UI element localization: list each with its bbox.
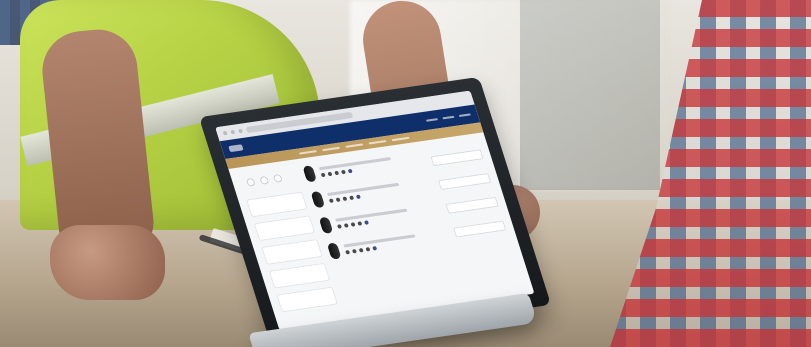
browser-dot: [238, 128, 244, 134]
background-shelf: [520, 0, 660, 190]
rating-dot: [343, 223, 349, 228]
tire-icon: [302, 165, 318, 183]
product-info: [335, 204, 441, 229]
rating-dot: [351, 248, 357, 254]
rating-dot: [345, 249, 351, 255]
subnav-item: [322, 146, 341, 152]
product-info: [343, 230, 449, 255]
action-button: [437, 172, 492, 191]
filter-block: [268, 262, 331, 289]
rating-dot: [350, 222, 356, 227]
rating-dot: [340, 169, 347, 175]
rating-dot: [372, 246, 378, 251]
rating-dot: [355, 194, 361, 200]
rating-dot: [327, 171, 333, 177]
browser-dot: [222, 130, 228, 136]
nav-mini-item: [458, 113, 471, 118]
filter-block: [246, 191, 308, 218]
list-item: [326, 227, 450, 260]
rating-dot: [335, 197, 341, 203]
rating-dot: [357, 221, 363, 226]
rating-dot: [334, 170, 340, 176]
nav-mini-items: [425, 113, 471, 122]
toggle: [245, 177, 256, 187]
site-logo: [228, 144, 244, 153]
rating-dot: [342, 196, 348, 202]
action-button: [453, 220, 507, 238]
product-info: [318, 153, 425, 178]
photo-scene: [0, 0, 811, 347]
subnav-item: [298, 150, 317, 155]
subnav-item: [391, 136, 410, 142]
product-info: [326, 178, 433, 203]
filter-block: [276, 286, 338, 313]
laptop-screen: [215, 90, 535, 331]
tire-icon: [318, 216, 334, 234]
toggle: [272, 173, 283, 183]
rating-dot: [349, 195, 355, 201]
rating-dot: [328, 198, 334, 203]
tire-icon: [326, 242, 342, 260]
rating-dot: [358, 248, 364, 253]
filter-block: [253, 215, 316, 242]
rating-dot: [365, 247, 371, 252]
action-button: [445, 196, 499, 214]
filter-block: [261, 239, 323, 265]
nav-mini-item: [425, 118, 439, 122]
rating-dot: [320, 172, 326, 178]
filter-toggles: [239, 168, 301, 194]
rating-dot: [336, 224, 343, 229]
rating-dot: [347, 168, 353, 174]
tire-icon: [310, 190, 326, 209]
rating-dot: [363, 220, 370, 225]
subnav-item: [345, 143, 364, 148]
action-button: [430, 149, 484, 167]
browser-dot: [230, 129, 236, 135]
subnav-item: [368, 140, 387, 145]
hand-left: [50, 225, 165, 300]
toggle: [259, 175, 270, 185]
nav-mini-item: [442, 115, 455, 120]
laptop: [198, 76, 552, 347]
